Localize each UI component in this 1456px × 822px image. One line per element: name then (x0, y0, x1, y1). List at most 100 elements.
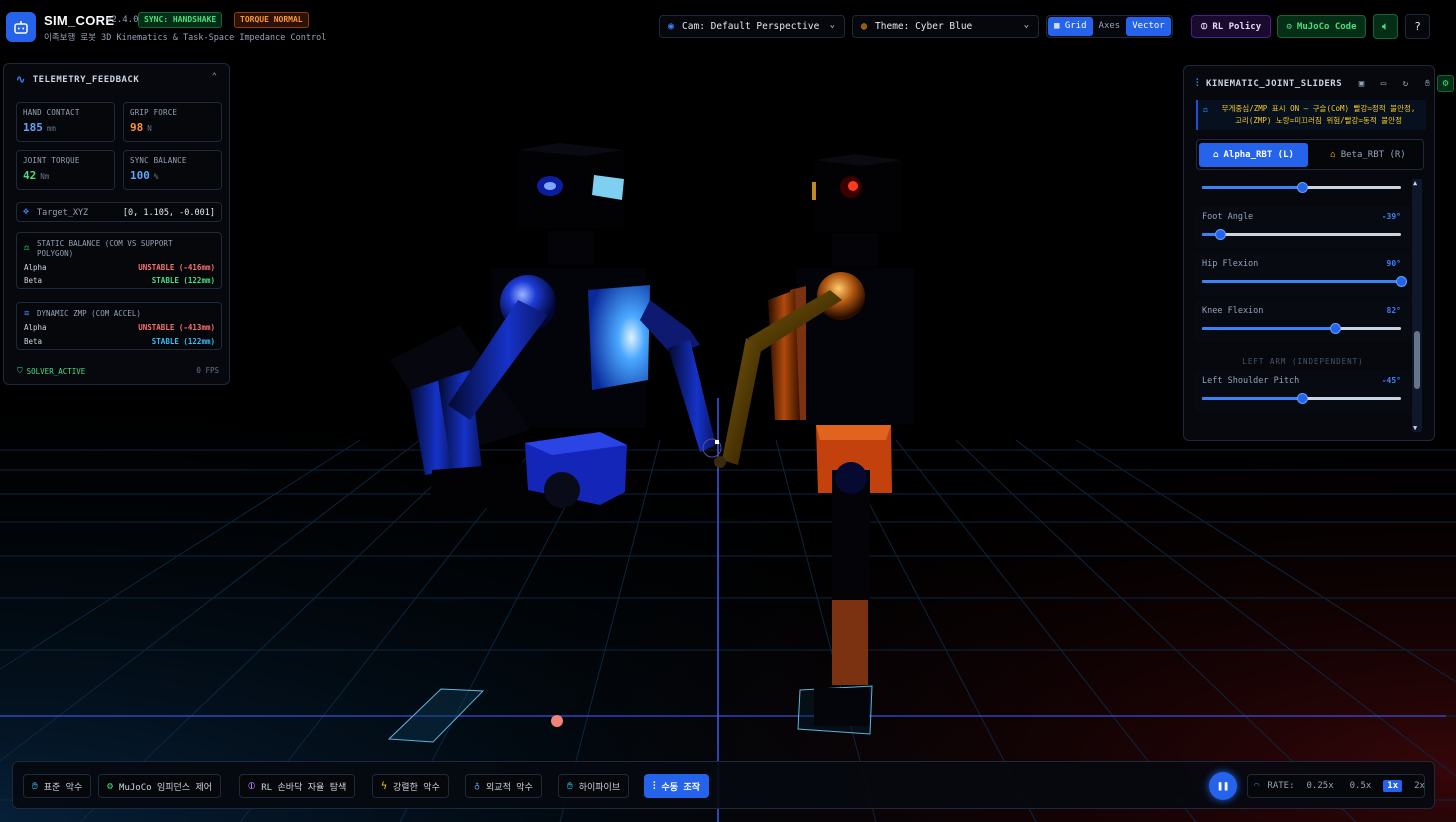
settings-chip-icon[interactable]: ⚙ (1437, 75, 1454, 92)
scale-icon: ⚖ (1203, 105, 1208, 114)
mode-manual-control[interactable]: ⫶ 수동 조작 (644, 774, 710, 798)
joint-slider-track[interactable] (1202, 182, 1401, 193)
scale-icon: ⚖ (24, 243, 30, 253)
cpu-icon: ⚙ (107, 780, 114, 792)
rate-option-1x[interactable]: 1x (1383, 780, 1403, 792)
shield-check-icon: ⛉ (17, 366, 23, 375)
fps-counter: 0 FPS (196, 366, 219, 375)
help-button[interactable]: ? (1405, 14, 1430, 39)
slider-row-partial (1195, 180, 1411, 201)
brain-icon: ⦶ (248, 780, 256, 792)
mode-high-five[interactable]: ✋︎ 하이파이브 (558, 774, 630, 798)
gauge-icon: ◠ (1254, 781, 1260, 791)
help-icon: ? (1414, 20, 1421, 33)
pause-icon: ❚❚ (1216, 780, 1230, 792)
app-version: v2.4.0 (106, 15, 139, 25)
slider-fill (1202, 397, 1302, 400)
slider-list-scrollbar[interactable]: ▲ ▼ (1412, 179, 1422, 432)
speaker-icon: 🔈︎ (1381, 19, 1390, 33)
save-icon[interactable]: ▣ (1354, 76, 1369, 91)
rate-option-0-25x[interactable]: 0.25x (1303, 780, 1338, 792)
bot-icon: ⌂ (1213, 150, 1219, 160)
scrollbar-thumb[interactable] (1414, 331, 1420, 389)
mode-diplomatic-handshake[interactable]: ♁ 외교적 악수 (465, 774, 542, 798)
slider-fill (1202, 280, 1401, 283)
slider-thumb[interactable] (1296, 182, 1308, 193)
folder-open-icon[interactable]: ▭ (1376, 76, 1391, 91)
slider-fill (1202, 186, 1302, 189)
top-header: SIM_CORE v2.4.0 SYNC: HANDSHAKE TORQUE N… (0, 0, 1456, 54)
rate-option-2x[interactable]: 2x (1410, 780, 1429, 792)
playback-rate-group: ◠ RATE: 0.25x 0.5x 1x 2x (1247, 774, 1425, 798)
zap-icon: ϟ (381, 780, 388, 792)
reset-icon[interactable]: ↻ (1398, 76, 1413, 91)
hip-flexion-slider[interactable] (1202, 276, 1407, 287)
crosshair-icon: ✥ (23, 206, 30, 217)
tab-alpha-robot[interactable]: ⌂ Alpha_RBT (L) (1199, 143, 1308, 167)
kinematic-header: ⫶ KINEMATIC_JOINT_SLIDERS (1196, 78, 1343, 89)
joint-torque-card: JOINT TORQUE 42 Nm (16, 150, 115, 190)
sliders-icon: ⫶ (653, 780, 656, 792)
scroll-up-icon[interactable]: ▲ (1413, 179, 1417, 187)
toggle-axes[interactable]: Axes (1093, 17, 1127, 36)
mode-intense-handshake[interactable]: ϟ 강렬한 악수 (372, 774, 449, 798)
sound-toggle-button[interactable]: 🔈︎ (1373, 14, 1398, 39)
slider-thumb[interactable] (1396, 276, 1407, 287)
bot-icon: ⌂ (1330, 150, 1336, 160)
slider-list[interactable]: Foot Angle -39° Hip Flexion 90° Knee Fle… (1195, 180, 1411, 433)
camera-select[interactable]: ◉ Cam: Default Perspective ⌄ (659, 15, 845, 38)
camera-icon: ◉ (668, 21, 675, 32)
palette-icon: ◍ (861, 21, 868, 32)
hand-icon: ✋︎ (567, 780, 573, 792)
view-toggle-group: ▦ Grid Axes Vector (1046, 15, 1173, 38)
chevron-down-icon: ⌄ (1023, 20, 1029, 30)
app-subtitle: 이족보행 로봇 3D Kinematics & Task-Space Imped… (44, 33, 327, 43)
knee-flexion-slider[interactable] (1202, 323, 1401, 334)
scroll-down-icon[interactable]: ▼ (1413, 424, 1417, 432)
tab-beta-robot[interactable]: ⌂ Beta_RBT (R) (1315, 143, 1421, 167)
foot-angle-slider[interactable] (1202, 229, 1401, 240)
chevron-down-icon: ⌄ (829, 20, 835, 30)
mode-standard-handshake[interactable]: ✋︎ 표준 악수 (23, 774, 92, 798)
grip-force-card: GRIP FORCE 98 N (123, 102, 222, 142)
slider-thumb[interactable] (1330, 323, 1342, 334)
sync-status-badge: SYNC: HANDSHAKE (138, 12, 223, 28)
hand-icon[interactable]: ✋︎ (1420, 76, 1435, 91)
rl-policy-button[interactable]: ⦶ RL Policy (1191, 15, 1271, 38)
hand-contact-card: HAND CONTACT 185 mm (16, 102, 115, 142)
toggle-vector[interactable]: Vector (1126, 17, 1171, 36)
camera-select-value: Cam: Default Perspective (682, 21, 820, 32)
mode-mujoco-impedance[interactable]: ⚙ MuJoCo 임피던스 제어 (98, 774, 222, 798)
sync-balance-card: SYNC BALANCE 100% (123, 150, 222, 190)
hand-icon: ✋︎ (32, 780, 38, 792)
slider-row-knee-flexion: Knee Flexion 82° (1195, 300, 1411, 342)
cpu-icon: ⚙ (1286, 21, 1292, 32)
slider-row-foot-angle: Foot Angle -39° (1195, 206, 1411, 248)
slider-fill (1202, 327, 1336, 330)
slider-thumb[interactable] (1296, 393, 1308, 404)
dynamic-zmp-box: ≋ DYNAMIC ZMP (COM ACCEL) Alpha UNSTABLE… (16, 302, 222, 350)
torque-status-badge: TORQUE NORMAL (234, 12, 309, 28)
mode-rl-palm-search[interactable]: ⦶ RL 손바닥 자율 탐색 (239, 774, 356, 798)
rate-option-0-5x[interactable]: 0.5x (1346, 780, 1376, 792)
pause-button[interactable]: ❚❚ (1209, 772, 1237, 800)
robot-tab-group: ⌂ Alpha_RBT (L) ⌂ Beta_RBT (R) (1196, 139, 1424, 170)
slider-thumb[interactable] (1214, 229, 1226, 240)
mode-toolbar: ✋︎ 표준 악수 ⚙ MuJoCo 임피던스 제어 ⦶ RL 손바닥 자율 탐색… (12, 761, 1435, 809)
app-title: SIM_CORE (44, 13, 115, 28)
alpha-com-marker (551, 715, 563, 727)
kinematic-toolbar: ▣ ▭ ↻ ✋︎ (1354, 76, 1435, 91)
brain-icon: ⦶ (1200, 21, 1208, 32)
toggle-grid[interactable]: ▦ Grid (1048, 17, 1093, 36)
mujoco-code-button[interactable]: ⚙ MuJoCo Code (1277, 15, 1366, 38)
slider-row-hip-flexion: Hip Flexion 90° (1195, 253, 1411, 295)
kinematic-panel: ⫶ KINEMATIC_JOINT_SLIDERS ▣ ▭ ↻ ✋︎ ⚖ 무게중… (1183, 65, 1435, 441)
static-balance-box: ⚖ STATIC BALANCE (COM VS SUPPORT POLYGON… (16, 232, 222, 289)
sliders-icon: ⫶ (1196, 78, 1199, 89)
left-shoulder-pitch-slider[interactable] (1202, 393, 1401, 404)
telemetry-header: ∿ TELEMETRY_FEEDBACK (16, 73, 140, 86)
target-xyz-row: ✥ Target_XYZ [0, 1.105, -0.001] (16, 202, 222, 222)
collapse-chevron-icon[interactable]: ⌃ (212, 72, 217, 82)
theme-select[interactable]: ◍ Theme: Cyber Blue ⌄ (852, 15, 1039, 38)
section-left-arm: LEFT ARM (INDEPENDENT) (1242, 357, 1364, 366)
